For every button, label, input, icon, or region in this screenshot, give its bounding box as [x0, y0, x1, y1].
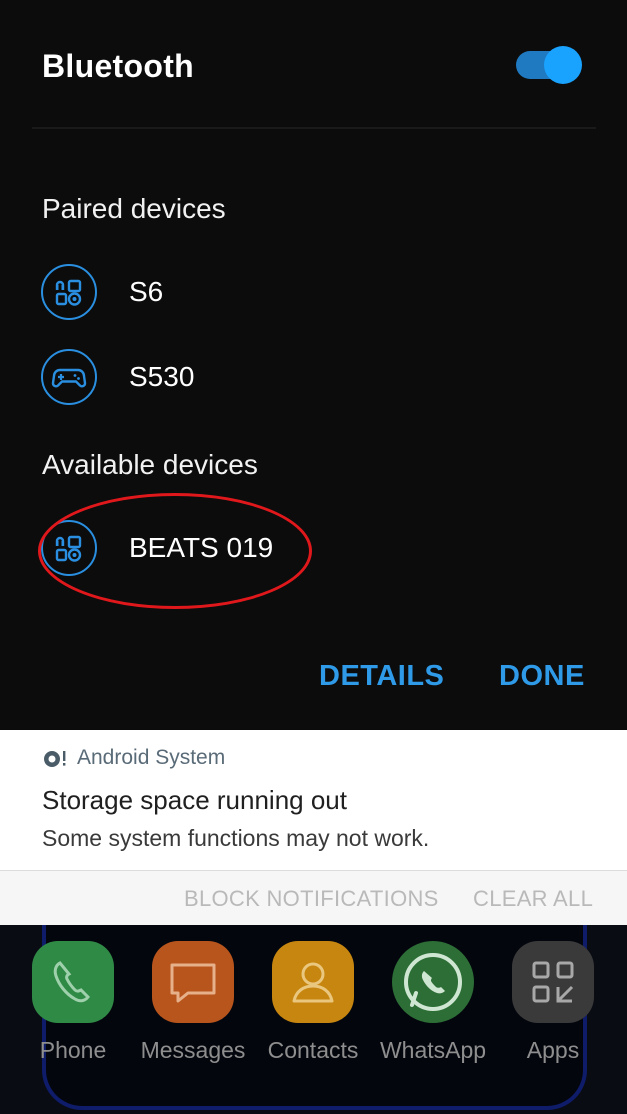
available-devices-title: Available devices — [42, 449, 258, 480]
clear-all-button[interactable]: CLEAR ALL — [473, 886, 593, 912]
bluetooth-header: Bluetooth — [0, 0, 627, 130]
header-divider — [32, 127, 596, 129]
notification-title: Storage space running out — [42, 785, 347, 815]
device-grid-icon — [41, 264, 97, 320]
notification-text: Some system functions may not work. — [42, 825, 430, 851]
notification-actions: BLOCK NOTIFICATIONS CLEAR ALL — [0, 870, 627, 925]
phone-icon — [32, 941, 114, 1023]
dock-app-phone[interactable]: Phone — [23, 941, 123, 1101]
toggle-knob — [544, 46, 582, 84]
bluetooth-title: Bluetooth — [42, 48, 194, 84]
whatsapp-icon — [392, 941, 474, 1023]
details-button[interactable]: DETAILS — [319, 660, 444, 693]
dock-app-whatsapp[interactable]: WhatsApp — [380, 941, 486, 1101]
paired-device-row[interactable]: S530 — [0, 342, 627, 412]
paired-device-label: S6 — [129, 276, 164, 307]
gamepad-icon — [41, 349, 97, 405]
paired-device-label: S530 — [129, 361, 195, 392]
block-notifications-button[interactable]: BLOCK NOTIFICATIONS — [184, 886, 439, 912]
dock-app-label: WhatsApp — [379, 1037, 487, 1063]
home-dock: Phone Messages Contacts WhatsApp Apps — [0, 925, 627, 1114]
dock-app-label: Phone — [39, 1037, 107, 1063]
apps-grid-icon — [512, 941, 594, 1023]
paired-devices-title: Paired devices — [42, 193, 226, 224]
dock-app-messages[interactable]: Messages — [141, 941, 245, 1101]
highlight-annotation — [38, 493, 312, 609]
android-system-icon — [42, 748, 68, 770]
notification-card[interactable]: Android System Storage space running out… — [0, 730, 627, 925]
dock-app-label: Messages — [140, 1037, 246, 1063]
dock-app-label: Contacts — [267, 1037, 359, 1063]
notification-body[interactable]: Android System Storage space running out… — [0, 730, 627, 870]
dock-app-apps[interactable]: Apps — [503, 941, 603, 1101]
dock-app-contacts[interactable]: Contacts — [263, 941, 363, 1101]
notification-app-name: Android System — [77, 746, 226, 769]
messages-icon — [152, 941, 234, 1023]
paired-device-row[interactable]: S6 — [0, 257, 627, 327]
done-button[interactable]: DONE — [499, 660, 585, 693]
contacts-icon — [272, 941, 354, 1023]
dock-app-label: Apps — [526, 1037, 580, 1063]
bluetooth-toggle[interactable] — [514, 46, 582, 84]
bluetooth-panel: Bluetooth Paired devices S6 S530 Availab… — [0, 0, 627, 730]
